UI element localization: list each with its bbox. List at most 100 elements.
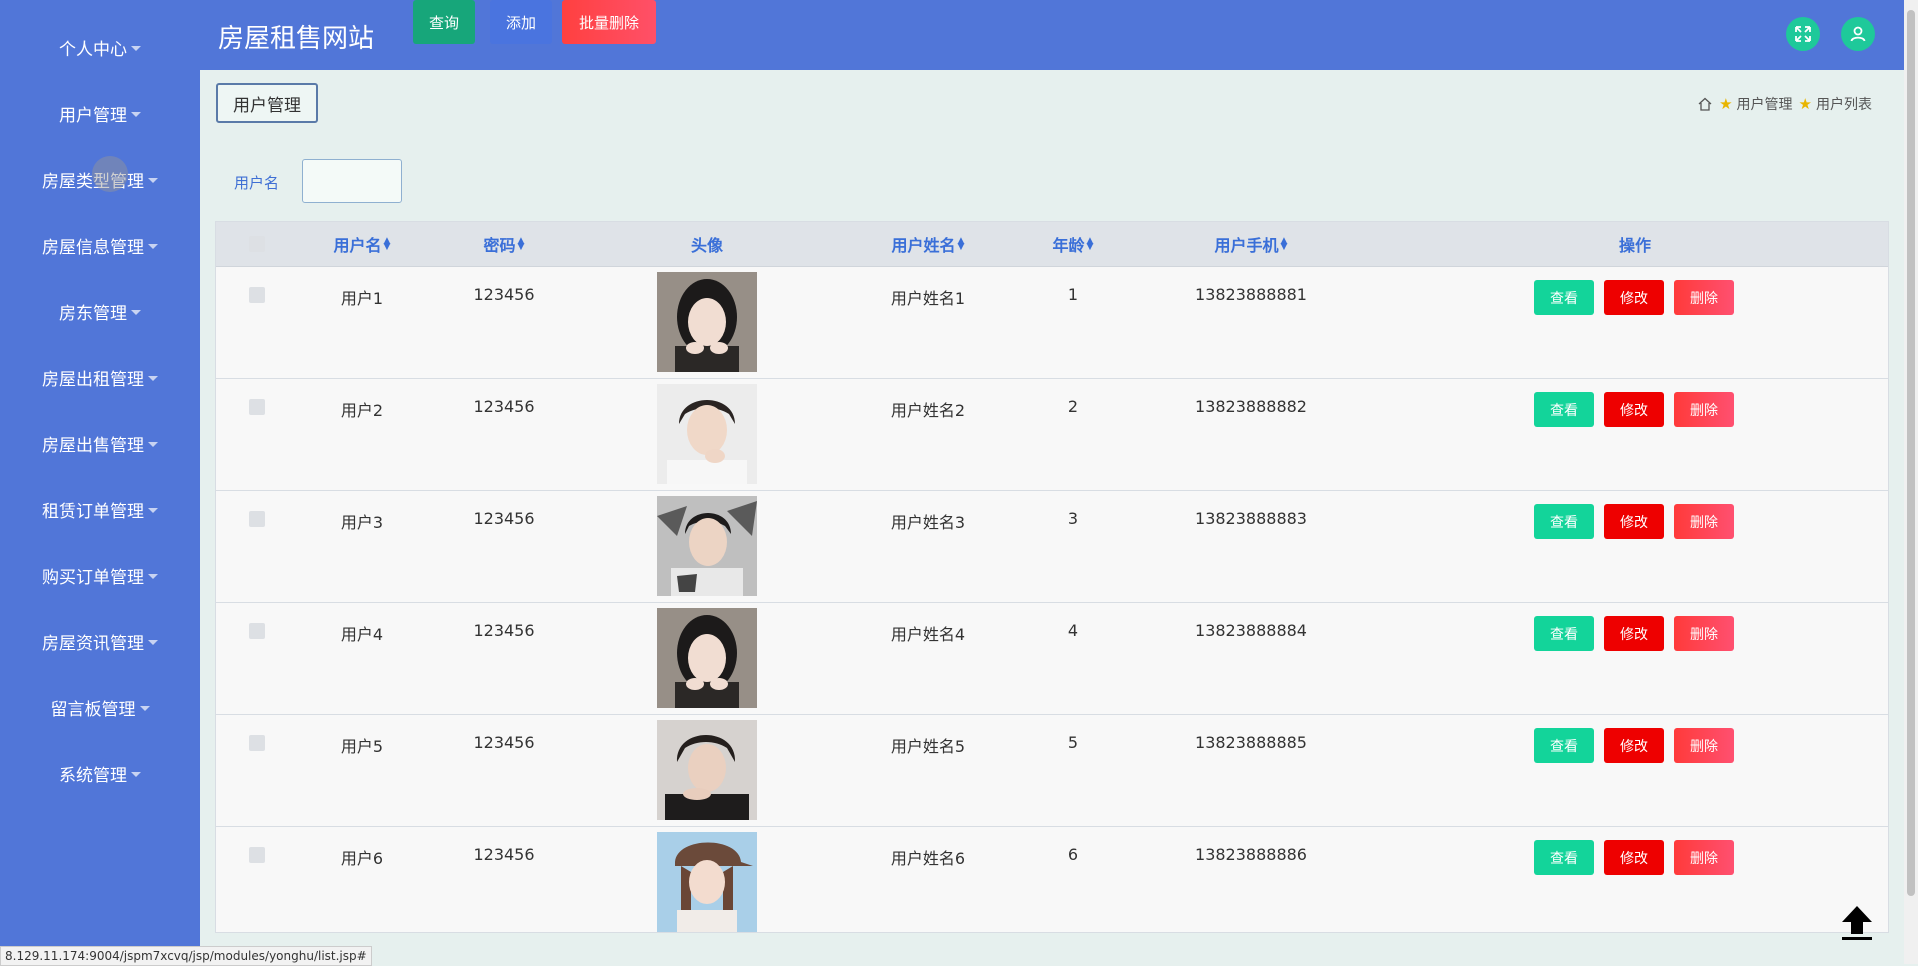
cell-age: 3: [1067, 509, 1079, 528]
sidebar-item-label: 房屋出租管理: [42, 369, 144, 390]
sidebar-item-label: 购买订单管理: [42, 567, 144, 588]
column-header-password[interactable]: 密码 ▲ ▼: [484, 222, 525, 266]
caret-down-icon: [148, 177, 158, 183]
column-header-phone[interactable]: 用户手机 ▲ ▼: [1215, 222, 1288, 266]
sort-icon[interactable]: ▲ ▼: [384, 237, 391, 252]
sidebar-item-label: 用户管理: [59, 105, 127, 126]
arrow-up-icon: [1842, 906, 1872, 940]
edit-button[interactable]: 修改: [1604, 504, 1664, 539]
sidebar-item-rental-orders[interactable]: 租赁订单管理: [0, 476, 200, 542]
cell-name: 用户姓名2: [890, 401, 966, 420]
cell-age: 2: [1067, 397, 1079, 416]
caret-down-icon: [148, 507, 158, 513]
sort-icon[interactable]: ▲ ▼: [518, 237, 525, 252]
column-header-username[interactable]: 用户名 ▲ ▼: [334, 222, 391, 266]
sidebar-item-personal-center[interactable]: 个人中心: [0, 14, 200, 80]
edit-button[interactable]: 修改: [1604, 728, 1664, 763]
cell-phone: 13823888886: [1195, 845, 1307, 864]
sidebar-item-label: 房东管理: [59, 303, 127, 324]
user-icon: [1850, 26, 1866, 42]
query-button[interactable]: 查询: [413, 0, 475, 44]
cell-name: 用户姓名3: [890, 513, 966, 532]
cell-password: 123456: [473, 397, 535, 416]
row-checkbox[interactable]: [249, 847, 265, 863]
cell-name: 用户姓名5: [890, 737, 966, 756]
sort-icon[interactable]: ▲ ▼: [1281, 237, 1288, 252]
table-row: 用户2 123456 用户姓名2 2 13823888882 查看 修改 删除: [216, 379, 1888, 491]
cell-password: 123456: [473, 733, 535, 752]
sidebar-item-house-news[interactable]: 房屋资讯管理: [0, 608, 200, 674]
column-header-name[interactable]: 用户姓名 ▲ ▼: [892, 222, 965, 266]
sidebar-item-landlord[interactable]: 房东管理: [0, 278, 200, 344]
sidebar-item-purchase-orders[interactable]: 购买订单管理: [0, 542, 200, 608]
cell-username: 用户1: [340, 289, 384, 308]
row-checkbox[interactable]: [249, 511, 265, 527]
delete-button[interactable]: 删除: [1674, 616, 1734, 651]
sidebar: 个人中心 用户管理 房屋类型管理 房屋信息管理 房东管理 房屋出租管理 房屋出售…: [0, 0, 200, 964]
breadcrumb-level1[interactable]: 用户管理: [1737, 94, 1793, 114]
cell-phone: 13823888881: [1195, 285, 1307, 304]
view-button[interactable]: 查看: [1534, 392, 1594, 427]
row-checkbox[interactable]: [249, 735, 265, 751]
sidebar-item-house-info[interactable]: 房屋信息管理: [0, 212, 200, 278]
mouse-cursor-highlight: [92, 156, 128, 192]
sidebar-item-house-rent[interactable]: 房屋出租管理: [0, 344, 200, 410]
cell-password: 123456: [473, 285, 535, 304]
sidebar-item-user-management[interactable]: 用户管理: [0, 80, 200, 146]
user-table: 用户名 ▲ ▼ 密码 ▲ ▼ 头像 用户姓名 ▲ ▼ 年龄 ▲ ▼ 用户手机 ▲ ▼ 操作 用户1 …: [215, 221, 1889, 933]
edit-button[interactable]: 修改: [1604, 392, 1664, 427]
user-avatar: [657, 608, 757, 708]
scrollbar-thumb[interactable]: [1907, 10, 1915, 896]
breadcrumb-level2: 用户列表: [1816, 97, 1872, 113]
caret-down-icon: [131, 771, 141, 777]
sidebar-item-house-sale[interactable]: 房屋出售管理: [0, 410, 200, 476]
fullscreen-button[interactable]: [1786, 17, 1820, 51]
delete-button[interactable]: 删除: [1674, 280, 1734, 315]
view-button[interactable]: 查看: [1534, 840, 1594, 875]
delete-button[interactable]: 删除: [1674, 840, 1734, 875]
sidebar-item-system[interactable]: 系统管理: [0, 740, 200, 806]
username-search-input[interactable]: [302, 159, 402, 203]
cell-phone: 13823888882: [1195, 397, 1307, 416]
table-row: 用户1 123456 用户姓名1 1 13823888881 查看 修改 删除: [216, 267, 1888, 379]
user-avatar: [657, 832, 757, 932]
sort-icon[interactable]: ▲ ▼: [1087, 237, 1094, 252]
edit-button[interactable]: 修改: [1604, 840, 1664, 875]
delete-button[interactable]: 删除: [1674, 504, 1734, 539]
add-button[interactable]: 添加: [490, 0, 552, 44]
username-search-label: 用户名: [234, 174, 280, 192]
view-button[interactable]: 查看: [1534, 616, 1594, 651]
sort-icon[interactable]: ▲ ▼: [958, 237, 965, 252]
column-header-age[interactable]: 年龄 ▲ ▼: [1053, 222, 1094, 266]
caret-down-icon: [148, 573, 158, 579]
sidebar-item-message-board[interactable]: 留言板管理: [0, 674, 200, 740]
page-scrollbar[interactable]: [1904, 0, 1918, 964]
delete-button[interactable]: 删除: [1674, 392, 1734, 427]
table-header: 用户名 ▲ ▼ 密码 ▲ ▼ 头像 用户姓名 ▲ ▼ 年龄 ▲ ▼ 用户手机 ▲ ▼ 操作: [216, 222, 1888, 267]
view-button[interactable]: 查看: [1534, 504, 1594, 539]
user-avatar: [657, 496, 757, 596]
row-checkbox[interactable]: [249, 623, 265, 639]
breadcrumb: ★ 用户管理 ★ 用户列表: [1697, 94, 1872, 114]
caret-down-icon: [148, 639, 158, 645]
cell-username: 用户4: [340, 625, 384, 644]
cell-name: 用户姓名1: [890, 289, 966, 308]
view-button[interactable]: 查看: [1534, 728, 1594, 763]
select-all-checkbox[interactable]: [249, 236, 265, 252]
back-to-top-button[interactable]: [1840, 904, 1874, 942]
sidebar-item-label: 系统管理: [59, 765, 127, 786]
site-title: 房屋租售网站: [218, 24, 375, 54]
batch-delete-button[interactable]: 批量删除: [562, 0, 656, 44]
home-icon[interactable]: [1697, 96, 1713, 112]
row-checkbox[interactable]: [249, 399, 265, 415]
delete-button[interactable]: 删除: [1674, 728, 1734, 763]
edit-button[interactable]: 修改: [1604, 280, 1664, 315]
row-checkbox[interactable]: [249, 287, 265, 303]
user-button[interactable]: [1841, 17, 1875, 51]
cell-name: 用户姓名4: [890, 625, 966, 644]
star-icon: ★: [1719, 95, 1733, 113]
view-button[interactable]: 查看: [1534, 280, 1594, 315]
sidebar-item-label: 个人中心: [59, 39, 127, 60]
edit-button[interactable]: 修改: [1604, 616, 1664, 651]
caret-down-icon: [148, 441, 158, 447]
